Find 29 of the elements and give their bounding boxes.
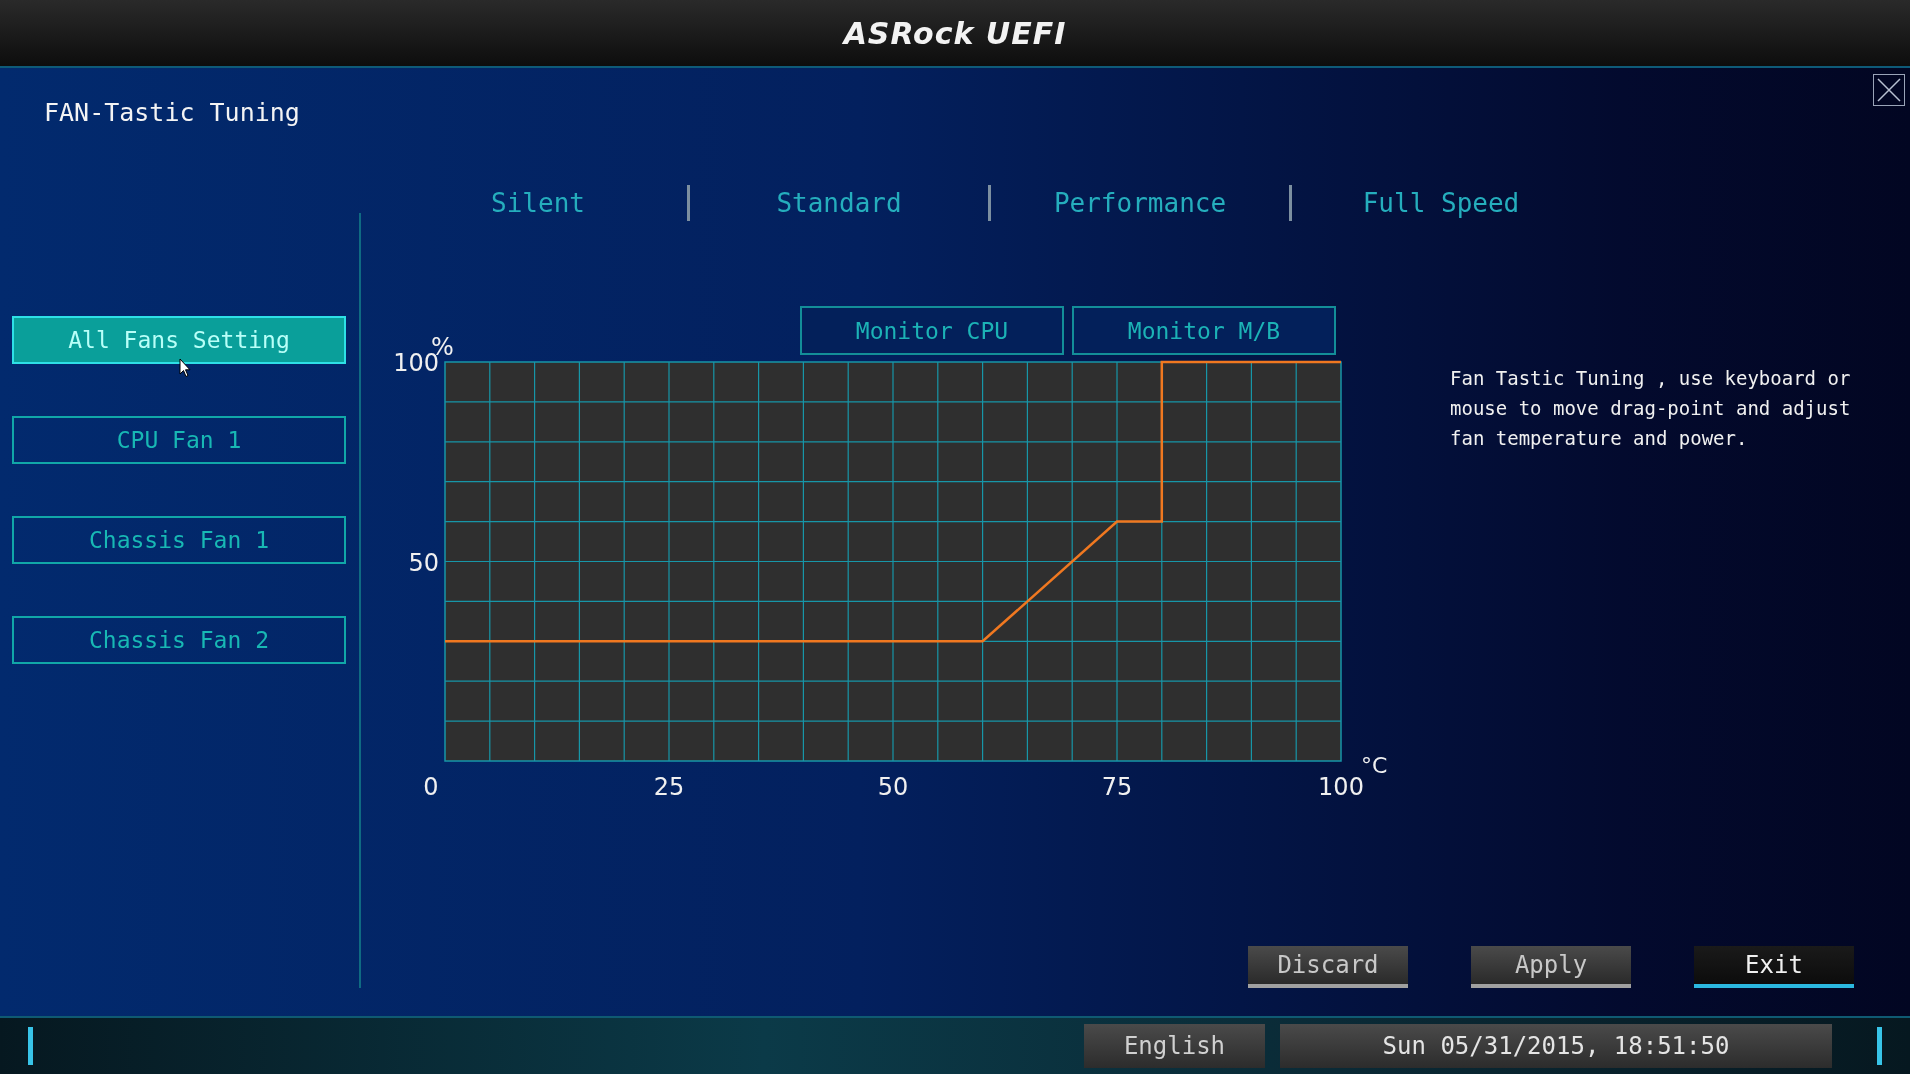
monitor-button[interactable]: Monitor M/B — [1072, 306, 1336, 355]
action-button[interactable]: Discard — [1248, 946, 1408, 988]
edge-marker — [28, 1027, 33, 1065]
monitor-button[interactable]: Monitor CPU — [800, 306, 1064, 355]
action-button[interactable]: Apply — [1471, 946, 1631, 988]
fan-curve-line[interactable] — [445, 360, 1341, 643]
x-tick-label: 0 — [423, 773, 439, 801]
language-selector[interactable]: English — [1084, 1024, 1265, 1068]
x-tick-label: 75 — [1101, 773, 1133, 801]
x-tick-label: 25 — [653, 773, 685, 801]
action-button[interactable]: Exit — [1694, 946, 1854, 988]
mouse-pointer-icon — [179, 358, 191, 378]
x-tick-label: 100 — [1318, 773, 1364, 801]
fan-menu-item[interactable]: Chassis Fan 2 — [12, 616, 346, 664]
fan-mode-tab[interactable]: Full Speed — [1292, 188, 1590, 218]
fan-mode-tab[interactable]: Silent — [389, 188, 687, 218]
fan-menu-item[interactable]: CPU Fan 1 — [12, 416, 346, 464]
x-axis-label: °C — [1361, 753, 1388, 778]
y-tick-label: 50 — [408, 548, 439, 577]
fan-mode-tab[interactable]: Performance — [991, 188, 1289, 218]
fan-menu-item[interactable]: Chassis Fan 1 — [12, 516, 346, 564]
help-text: Fan Tastic Tuning , use keyboard or mouse to move drag-point and adjust fan temperature and power. — [1450, 366, 1852, 451]
date-time-display: Sun 05/31/2015, 18:51:50 — [1280, 1024, 1832, 1068]
close-button[interactable] — [1873, 74, 1905, 106]
x-tick-label: 50 — [877, 773, 909, 801]
page-title: FAN-Tastic Tuning — [44, 98, 300, 127]
fan-mode-tab[interactable]: Standard — [690, 188, 988, 218]
edge-marker — [1877, 1027, 1882, 1065]
brand-logo: ASRock UEFI — [843, 15, 1067, 51]
